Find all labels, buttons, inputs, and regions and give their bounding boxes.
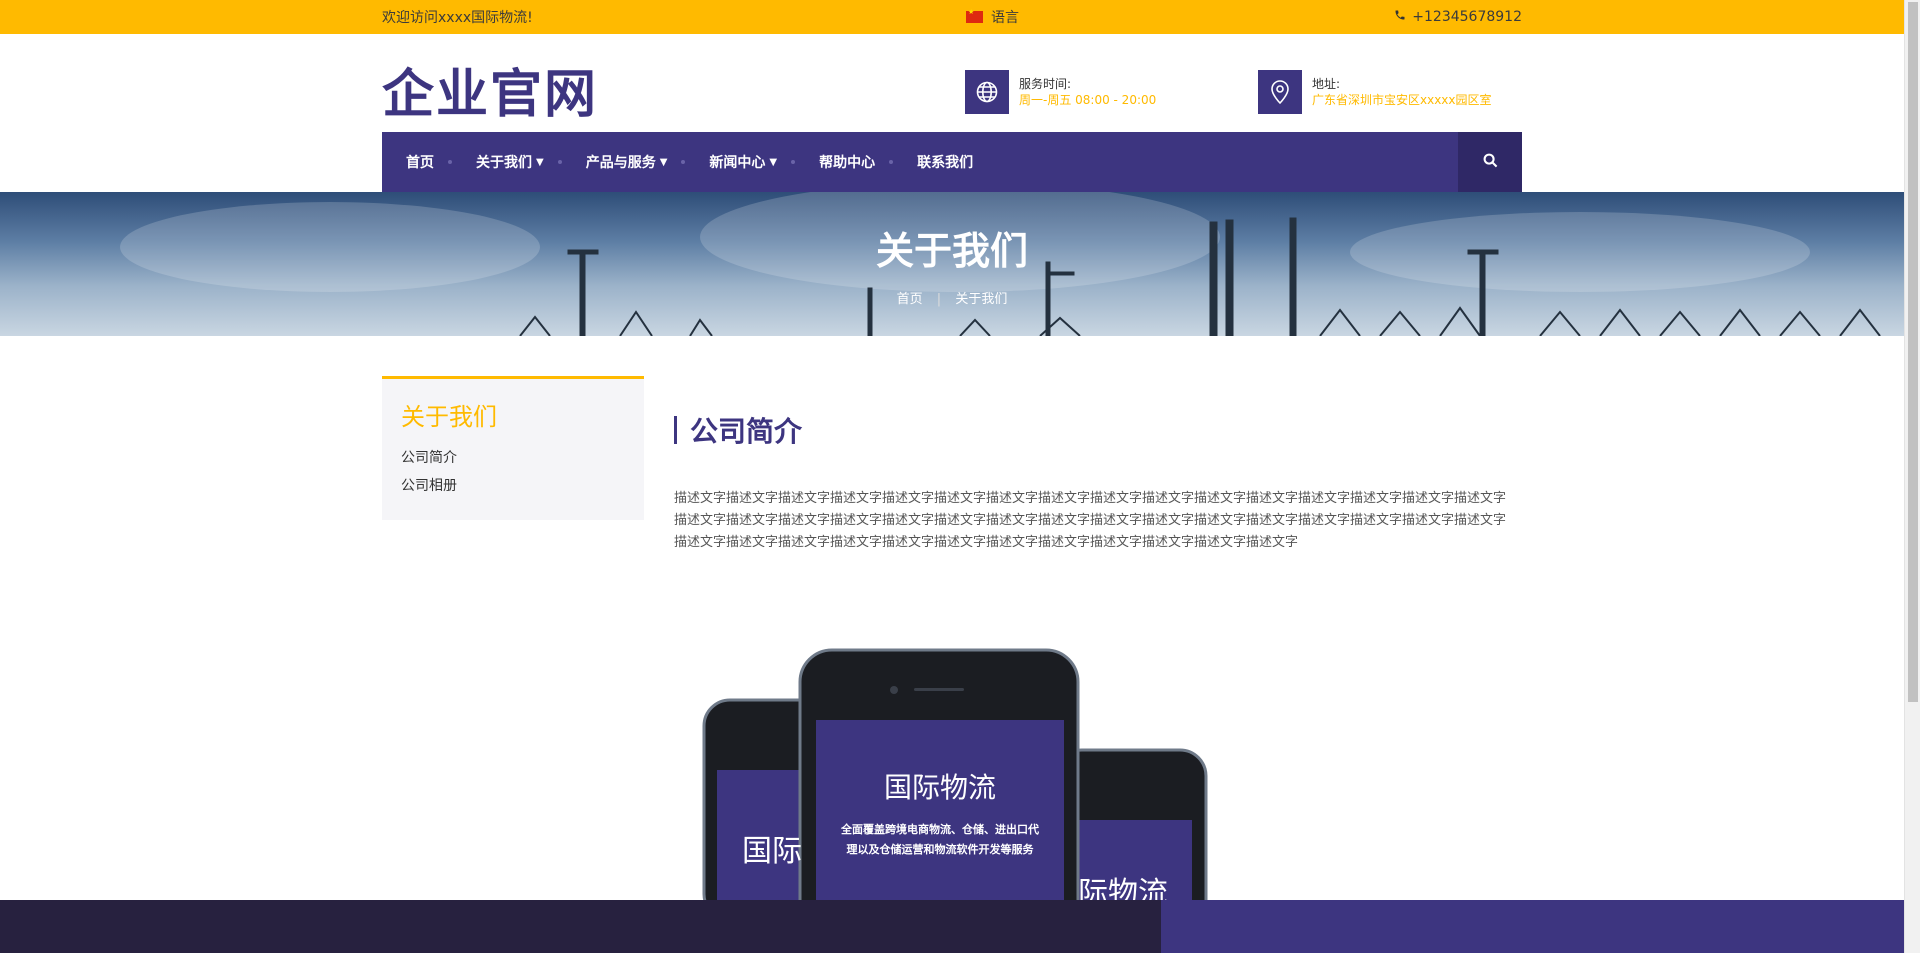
phone-desc-line: 全面覆盖跨境电商物流、仓储、进出口代 bbox=[841, 823, 1039, 836]
top-bar: 欢迎访问xxxx国际物流! 语言 +12345678912 bbox=[0, 0, 1904, 34]
address-value: 广东省深圳市宝安区xxxxx园区室 bbox=[1312, 93, 1492, 107]
main-nav: 首页 关于我们 ▼ 产品与服务 ▼ 新闻中心 ▼ 帮助中心 联系我们 bbox=[382, 132, 1522, 192]
phone-mockup-illustration: 国际 际物流 国际物流 全面覆盖跨境电商物流、仓储、进出口代 理以及仓储运营和物… bbox=[700, 648, 1210, 902]
page-scrollbar[interactable] bbox=[1904, 0, 1920, 953]
scrollbar-thumb[interactable] bbox=[1908, 2, 1918, 702]
nav-item-help[interactable]: 帮助中心 bbox=[795, 132, 894, 192]
nav-item-about[interactable]: 关于我们 ▼ bbox=[452, 132, 562, 192]
service-hours-value: 周一-周五 08:00 - 20:00 bbox=[1019, 93, 1157, 107]
sidebar-link-album[interactable]: 公司相册 bbox=[401, 472, 625, 500]
nav-item-products[interactable]: 产品与服务 ▼ bbox=[562, 132, 686, 192]
page-banner: 关于我们 首页 | 关于我们 bbox=[0, 192, 1904, 336]
phone-right-title: 际物流 bbox=[1078, 876, 1168, 902]
section-title-text: 公司简介 bbox=[690, 415, 803, 448]
phone-center-description: 全面覆盖跨境电商物流、仓储、进出口代 理以及仓储运营和物流软件开发等服务 bbox=[816, 820, 1064, 860]
sidebar-link-profile[interactable]: 公司简介 bbox=[401, 444, 625, 472]
language-selector[interactable]: 语言 bbox=[966, 0, 1019, 34]
nav-label: 首页 bbox=[406, 155, 434, 171]
caret-down-icon: ▼ bbox=[659, 156, 668, 168]
phone-desc-line: 理以及仓储运营和物流软件开发等服务 bbox=[846, 843, 1034, 856]
nav-label: 联系我们 bbox=[917, 155, 974, 171]
phone-number: +12345678912 bbox=[1412, 9, 1522, 25]
location-pin-icon bbox=[1258, 70, 1302, 114]
search-icon bbox=[1483, 153, 1498, 172]
caret-down-icon: ▼ bbox=[536, 156, 544, 168]
nav-label: 产品与服务 bbox=[585, 155, 656, 171]
caret-down-icon: ▼ bbox=[769, 156, 778, 168]
company-description: 描述文字描述文字描述文字描述文字描述文字描述文字描述文字描述文字描述文字描述文字… bbox=[674, 491, 1507, 550]
language-label: 语言 bbox=[991, 10, 1019, 26]
footer-right-band bbox=[1161, 900, 1904, 953]
banner-title: 关于我们 bbox=[875, 229, 1028, 273]
site-header: 企业官网 服务时间: 周一-周五 08:00 - 20:00 地址: 广东省深圳… bbox=[0, 34, 1904, 132]
search-button[interactable] bbox=[1458, 132, 1522, 192]
nav-item-news[interactable]: 新闻中心 ▼ bbox=[685, 132, 796, 192]
nav-item-home[interactable]: 首页 bbox=[382, 132, 452, 192]
title-accent-bar bbox=[674, 416, 677, 444]
main-content: 公司简介 描述文字描述文字描述文字描述文字描述文字描述文字描述文字描述文字描述文… bbox=[674, 410, 1514, 554]
footer-left-band bbox=[0, 900, 1161, 953]
breadcrumb-home-link[interactable]: 首页 bbox=[897, 292, 923, 307]
site-logo[interactable]: 企业官网 bbox=[382, 52, 598, 127]
service-hours-label: 服务时间: bbox=[1019, 77, 1072, 91]
phone-icon bbox=[1394, 9, 1406, 25]
breadcrumb-separator: | bbox=[936, 292, 942, 307]
nav-label: 帮助中心 bbox=[819, 155, 876, 171]
address-label: 地址: bbox=[1312, 77, 1341, 91]
sidebar: 关于我们 公司简介 公司相册 bbox=[382, 376, 644, 520]
nav-item-contact[interactable]: 联系我们 bbox=[893, 132, 973, 192]
china-flag-icon bbox=[966, 8, 983, 23]
sidebar-title: 关于我们 bbox=[401, 403, 497, 431]
service-hours: 服务时间: 周一-周五 08:00 - 20:00 bbox=[965, 70, 1156, 114]
welcome-text: 欢迎访问xxxx国际物流! bbox=[382, 10, 533, 26]
breadcrumb: 首页 | 关于我们 bbox=[0, 288, 1904, 307]
section-title: 公司简介 bbox=[674, 410, 1514, 450]
breadcrumb-current: 关于我们 bbox=[955, 292, 1008, 307]
nav-label: 关于我们 bbox=[476, 155, 532, 171]
nav-label: 新闻中心 bbox=[709, 155, 766, 171]
phone-center-title: 国际物流 bbox=[883, 771, 996, 804]
phone-left-title: 国际 bbox=[742, 834, 802, 869]
company-address: 地址: 广东省深圳市宝安区xxxxx园区室 bbox=[1258, 70, 1492, 114]
phone-contact: +12345678912 bbox=[1394, 9, 1522, 25]
globe-icon bbox=[965, 70, 1009, 114]
